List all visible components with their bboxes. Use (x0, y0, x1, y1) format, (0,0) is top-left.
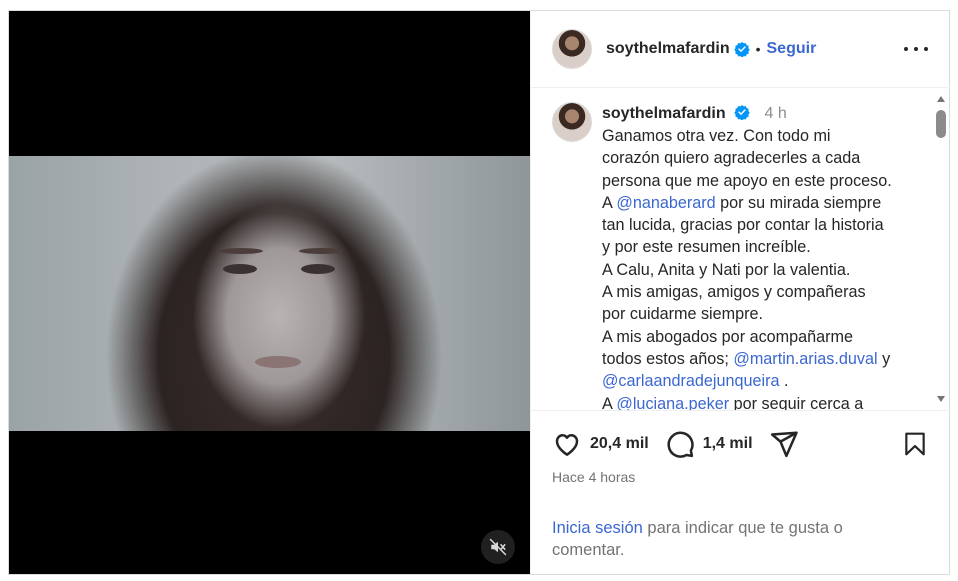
comment-count[interactable]: 1,4 mil (703, 435, 753, 453)
author-username[interactable]: soythelmafardin (606, 40, 730, 58)
author-avatar[interactable] (552, 29, 592, 69)
caption-line: Ganamos otra vez. Con todo mi (602, 125, 922, 147)
video-frame[interactable] (9, 156, 530, 431)
caption-line: A @nanaberard por su mirada siempre (602, 192, 922, 214)
mention-link[interactable]: @luciana.peker (616, 395, 729, 410)
actions-section: 20,4 mil 1,4 mil Hace 4 horas Inicia ses… (531, 410, 950, 575)
caption-line: corazón quiero agradecerles a cada (602, 147, 922, 169)
caption-text-segment: A (602, 394, 617, 410)
caption-text-segment: por cuidarme siempre. (602, 305, 764, 324)
bookmark-outline-icon[interactable] (902, 430, 928, 458)
caption-text-segment: A mis abogados por acompañarme (602, 327, 854, 346)
caption-text-segment: todos estos años; (602, 349, 734, 368)
caption-text-segment: tan lucida, gracias por contar la histor… (602, 216, 884, 235)
caption-text-segment: por seguir cerca a (729, 394, 864, 410)
caption-section[interactable]: soythelmafardin 4 h Ganamos otra vez. Co… (531, 88, 950, 410)
video-frame-detail (255, 356, 301, 368)
caption-text-segment: y por este resumen increíble. (602, 238, 811, 257)
speech-bubble-icon[interactable] (665, 429, 695, 459)
caption-line: persona que me apoyo en este proceso. (602, 170, 922, 192)
caption-line: por cuidarme siempre. (602, 303, 922, 325)
caption-text-segment: persona que me apoyo en este proceso. (602, 171, 892, 190)
instagram-post: soythelmafardin • Seguir soythelmafardin… (8, 10, 950, 575)
verified-badge-icon (734, 105, 750, 120)
caption-text-segment: por su mirada siempre (715, 193, 882, 212)
action-bar: 20,4 mil 1,4 mil (552, 429, 799, 459)
mute-toggle-button[interactable] (481, 530, 515, 564)
post-header: soythelmafardin • Seguir (531, 11, 950, 88)
more-horizontal-icon (924, 47, 928, 51)
caption-line: y por este resumen increíble. (602, 236, 922, 258)
caption-line: A @luciana.peker por seguir cerca a (602, 393, 922, 410)
more-horizontal-icon (914, 47, 918, 51)
caption-line: todos estos años; @martin.arias.duval y (602, 348, 922, 370)
caption-line: tan lucida, gracias por contar la histor… (602, 214, 922, 236)
video-frame-detail (299, 248, 343, 254)
more-horizontal-icon (904, 47, 908, 51)
scrollbar-thumb[interactable] (936, 110, 946, 138)
caption-line: A mis amigas, amigos y compañeras (602, 281, 922, 303)
caption-text-segment: corazón quiero agradecerles a cada (602, 149, 861, 168)
caption-header: soythelmafardin 4 h (602, 104, 787, 123)
mention-link[interactable]: @martin.arias.duval (733, 350, 877, 368)
caption-author-avatar[interactable] (552, 102, 592, 142)
caption-text-segment: . (779, 372, 789, 391)
caption-text-segment: y (877, 349, 891, 368)
follow-button[interactable]: Seguir (767, 40, 817, 58)
caption-timestamp: 4 h (764, 105, 787, 122)
caption-text-segment: A Calu, Anita y Nati por la valentia. (602, 260, 851, 279)
more-options-button[interactable] (904, 39, 928, 59)
caption-text-segment: Ganamos otra vez. Con todo mi (602, 127, 831, 145)
login-link[interactable]: Inicia sesión (552, 519, 643, 537)
scroll-up-arrow-icon[interactable] (937, 96, 945, 102)
heart-outline-icon[interactable] (552, 429, 582, 459)
caption-line: A Calu, Anita y Nati por la valentia. (602, 259, 922, 281)
video-frame-detail (301, 264, 335, 274)
like-count[interactable]: 20,4 mil (590, 435, 649, 453)
scroll-down-arrow-icon[interactable] (937, 396, 945, 402)
verified-badge-icon (733, 42, 750, 57)
post-video[interactable] (9, 11, 530, 574)
post-timestamp: Hace 4 horas (552, 469, 636, 485)
caption-scrollbar[interactable] (933, 88, 950, 410)
mention-link[interactable]: @nanaberard (616, 194, 715, 212)
header-separator: • (755, 41, 761, 57)
caption-text-segment: A mis amigas, amigos y compañeras (602, 283, 866, 302)
login-prompt: Inicia sesión para indicar que te gusta … (552, 517, 882, 561)
paper-plane-icon[interactable] (769, 429, 799, 459)
video-frame-detail (223, 264, 257, 274)
caption-line: @carlaandradejunqueira . (602, 370, 922, 392)
caption-text-segment: A (602, 193, 617, 212)
caption-text: Ganamos otra vez. Con todo mi corazón qui… (602, 125, 922, 410)
caption-author-username[interactable]: soythelmafardin (602, 105, 726, 122)
video-frame-detail (219, 248, 263, 254)
speaker-muted-icon (489, 538, 507, 556)
caption-line: A mis abogados por acompañarme (602, 326, 922, 348)
mention-link[interactable]: @carlaandradejunqueira (602, 372, 780, 390)
post-sidebar: soythelmafardin • Seguir soythelmafardin… (530, 11, 950, 574)
